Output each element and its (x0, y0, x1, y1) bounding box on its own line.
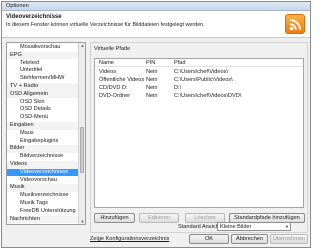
ok-button[interactable]: OK (189, 234, 229, 244)
table-row[interactable]: Öffentliche Videos Nein C:\Users\Public\Vi… (95, 76, 303, 84)
tree-item[interactable]: FreeDB Unterstützung (7, 208, 79, 216)
chevron-down-icon[interactable]: ▼ (285, 223, 289, 231)
table-header: Name PIN Pfad (95, 59, 303, 67)
add-button[interactable]: Hinzufügen (94, 213, 135, 223)
row-pin: Nein (146, 93, 158, 99)
default-view-select[interactable]: Kleine Bilder ▼ (217, 222, 291, 231)
apply-button[interactable]: Übernehmen (270, 234, 308, 244)
default-view-value: Kleine Bilder (220, 224, 252, 230)
page-title: Videoverzeichnisse (6, 14, 62, 20)
tree-item[interactable]: OSD Skin (7, 99, 79, 107)
column-name[interactable]: Name (99, 59, 114, 67)
row-path: C:\Users\chef\Videos\ (174, 69, 228, 75)
tree-item[interactable]: Videos (7, 161, 79, 169)
tree-item[interactable]: OSD-Menü (7, 114, 79, 122)
tree-item[interactable]: Bildverzeichnisse (7, 153, 79, 161)
row-pin: Nein (146, 69, 158, 75)
tree-item[interactable]: OSD Details (7, 106, 79, 114)
scroll-up-icon[interactable]: ▲ (80, 43, 85, 48)
tree-item[interactable]: Nachrichten (7, 215, 79, 224)
column-pin[interactable]: PIN (146, 59, 155, 67)
tree-item[interactable]: EPG (7, 51, 79, 60)
table-row[interactable]: DVD-Ordner Nein C:\Users\chef\Videos\DVD\ (95, 92, 303, 100)
scroll-thumb[interactable] (80, 127, 84, 173)
tree-item[interactable]: Bilder (7, 145, 79, 153)
default-view-label: Standard Ansicht: (178, 224, 222, 230)
page-header: Videoverzeichnisse In diesem Fenster kön… (2, 11, 310, 38)
title-bar: Optionen (2, 2, 310, 11)
column-path[interactable]: Pfad (174, 59, 186, 67)
table-row[interactable]: Videos Nein C:\Users\chef\Videos\ (95, 68, 303, 76)
row-path: C:\Users\chef\Videos\DVD\ (174, 93, 242, 99)
row-name: CD/DVD D: (99, 85, 128, 91)
row-name: DVD-Ordner (99, 93, 131, 99)
table-row[interactable]: CD/DVD D: Nein D:\ (95, 84, 303, 92)
row-pin: Nein (146, 77, 158, 83)
rss-feed-icon (285, 14, 305, 34)
row-path: C:\Users\Public\Videos\ (174, 77, 233, 83)
scroll-down-icon[interactable]: ▼ (80, 219, 85, 224)
cancel-button[interactable]: Abbrechen (231, 234, 268, 244)
tree-item[interactable]: Maus (7, 130, 79, 138)
row-name: Videos (99, 69, 117, 75)
tree-item[interactable]: TV + Radio (7, 83, 79, 91)
edit-button[interactable]: Editieren (139, 213, 179, 223)
row-pin: Nein (146, 85, 158, 91)
tree-item[interactable]: Teletext (7, 60, 79, 68)
paths-table[interactable]: Name PIN Pfad Videos Nein C:\Users\chef\Vi… (94, 58, 304, 208)
tree-scrollbar[interactable]: ▲ ▼ (78, 43, 85, 224)
options-window: Optionen Videoverzeichnisse In diesem Fe… (1, 1, 311, 248)
settings-tree[interactable]: Mosaikvorschau EPG Teletext Untertitel Stehf… (6, 42, 86, 225)
window-title: Optionen (6, 3, 29, 9)
tree-item[interactable]: OSD Allgemein (7, 90, 79, 99)
tree-item[interactable]: Videoverzeichnisse (7, 168, 79, 177)
tree-item[interactable]: Untertitel (7, 67, 79, 75)
tree-item[interactable]: Musik Tags (7, 200, 79, 208)
tree-item[interactable]: Stehformen/MHW (7, 75, 79, 83)
virtual-paths-label: Virtuelle Pfade (94, 46, 131, 52)
tree-item[interactable]: Mosaikvorschau (7, 44, 79, 52)
tree-item[interactable]: Eingaben (7, 122, 79, 130)
tree-item[interactable]: Musikverzeichnisse (7, 192, 79, 200)
page-description: In diesem Fenster können virtuelle Verze… (6, 22, 205, 28)
row-path: D:\ (174, 85, 182, 91)
virtual-paths-group: Virtuelle Pfade Name PIN Pfad Videos Nein… (90, 42, 308, 233)
tree-item[interactable]: Eingabeplugins (7, 138, 79, 146)
show-config-directory-link[interactable]: Zeige Konfigurationsverzeichnis (90, 236, 169, 242)
tree-item[interactable]: Videovorschau (7, 177, 79, 185)
row-name: Öffentliche Videos (99, 77, 145, 83)
tree-item[interactable]: Musik (7, 184, 79, 192)
